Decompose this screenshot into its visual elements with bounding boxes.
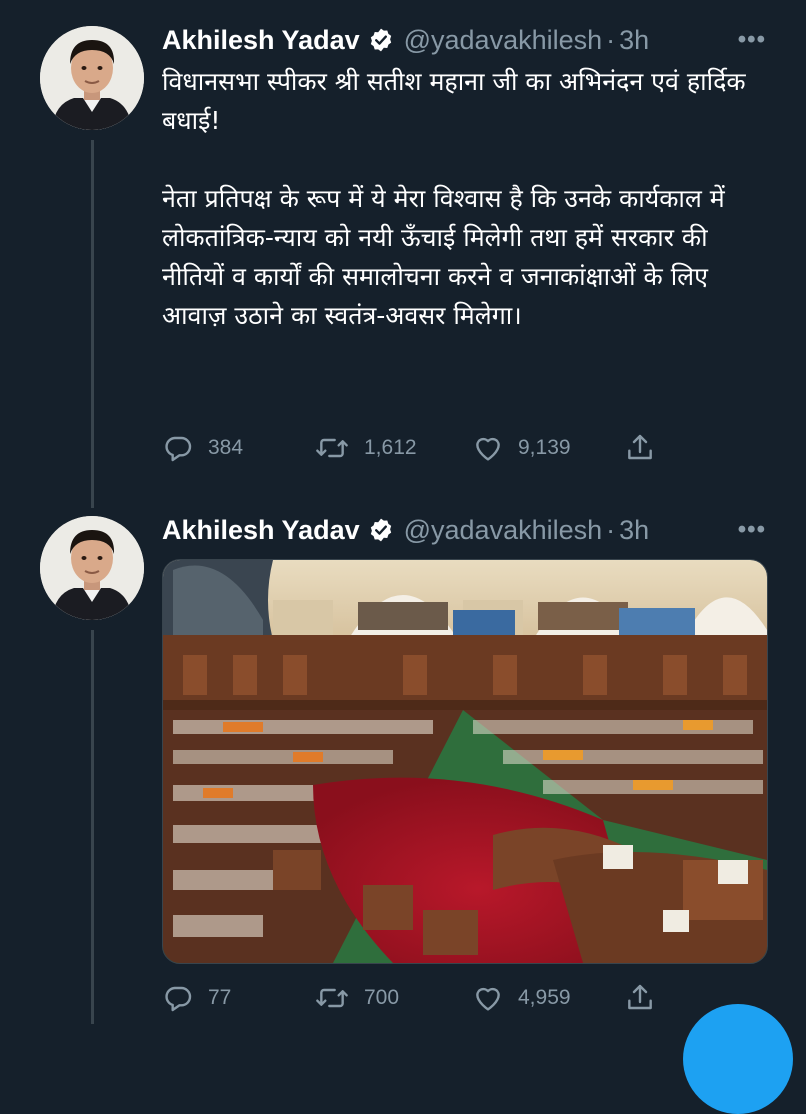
share-icon (628, 434, 652, 460)
more-options-icon[interactable]: ••• (738, 516, 766, 544)
share-icon (628, 984, 652, 1010)
separator-dot: · (606, 24, 616, 55)
heart-icon (476, 987, 500, 1011)
timestamp[interactable]: 3h (619, 515, 649, 546)
more-options-icon[interactable]: ••• (738, 26, 766, 54)
like-button[interactable]: 9,139 (472, 432, 571, 464)
reply-icon (165, 436, 192, 462)
reply-button[interactable]: 77 (162, 982, 231, 1014)
like-count: 9,139 (518, 436, 571, 459)
reply-count: 77 (208, 986, 232, 1009)
tweet-paragraph: विधानसभा स्पीकर श्री सतीश महाना जी का अभ… (162, 67, 746, 135)
reply-count: 384 (208, 436, 244, 459)
retweet-count: 1,612 (364, 436, 417, 459)
timestamp[interactable]: 3h (619, 25, 649, 56)
tweet-photo[interactable] (162, 559, 768, 964)
tweet-header: Akhilesh Yadav @yadavakhilesh · 3h (162, 20, 649, 60)
share-button[interactable] (624, 982, 670, 1014)
retweet-icon (316, 988, 348, 1008)
reply-button[interactable]: 384 (162, 432, 243, 464)
author-name[interactable]: Akhilesh Yadav (162, 515, 360, 546)
retweet-icon (316, 438, 348, 458)
compose-tweet-button[interactable] (683, 1004, 793, 1114)
share-button[interactable] (624, 432, 670, 464)
thread-line (91, 140, 94, 508)
like-button[interactable]: 4,959 (472, 982, 571, 1014)
heart-icon (476, 437, 500, 461)
tweet-actions: 384 1,612 9,139 (162, 430, 662, 466)
retweet-count: 700 (364, 986, 400, 1009)
like-count: 4,959 (518, 986, 571, 1009)
author-name[interactable]: Akhilesh Yadav (162, 25, 360, 56)
avatar[interactable] (40, 516, 144, 620)
verified-badge-icon (368, 27, 394, 53)
tweet-text: विधानसभा स्पीकर श्री सतीश महाना जी का अभ… (162, 62, 772, 335)
separator-dot: · (606, 514, 616, 545)
retweet-button[interactable]: 1,612 (314, 432, 417, 464)
tweet-actions: 77 700 4,959 (162, 980, 662, 1016)
thread-line (91, 630, 94, 1024)
tweet-header: Akhilesh Yadav @yadavakhilesh · 3h (162, 510, 649, 550)
author-handle[interactable]: @yadavakhilesh (404, 25, 603, 56)
retweet-button[interactable]: 700 (314, 982, 399, 1014)
reply-icon (165, 986, 192, 1012)
author-handle[interactable]: @yadavakhilesh (404, 515, 603, 546)
tweet-paragraph: नेता प्रतिपक्ष के रूप में ये मेरा विश्वा… (162, 184, 725, 330)
avatar[interactable] (40, 26, 144, 130)
verified-badge-icon (368, 517, 394, 543)
